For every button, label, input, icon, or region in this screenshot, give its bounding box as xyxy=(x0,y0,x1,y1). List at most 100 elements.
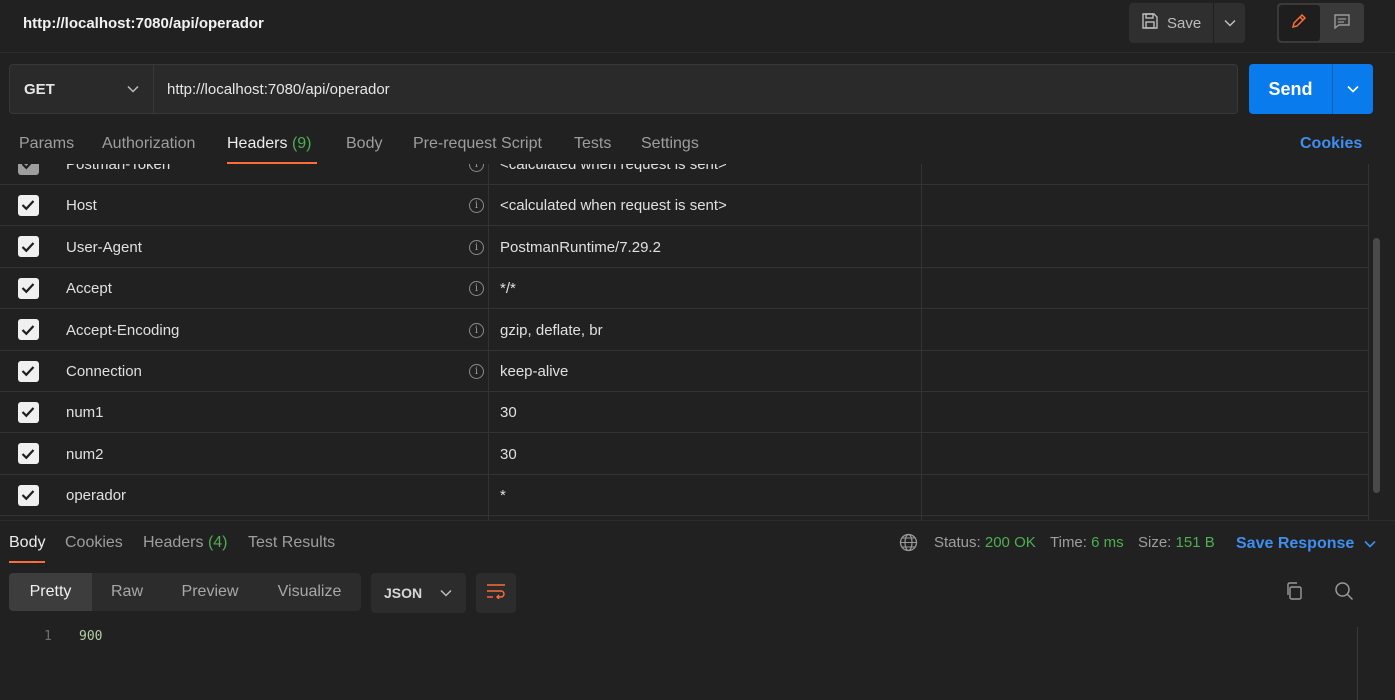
time-value[interactable]: 6 ms xyxy=(1091,534,1124,551)
save-button[interactable]: Save xyxy=(1129,3,1214,43)
method-select[interactable]: GET xyxy=(10,65,154,113)
comments-button[interactable] xyxy=(1322,5,1363,41)
checkmark-icon xyxy=(21,366,35,377)
header-value[interactable]: */* xyxy=(500,280,516,297)
copy-button[interactable] xyxy=(1281,580,1307,606)
tab-settings[interactable]: Settings xyxy=(641,135,699,153)
tab-prerequest-script[interactable]: Pre-request Script xyxy=(413,135,542,153)
header-enabled-checkbox[interactable] xyxy=(17,194,39,216)
headers-table: Postman-Token i <calculated when request i… xyxy=(0,164,1395,520)
tab-response-body[interactable]: Body xyxy=(9,534,45,552)
header-value[interactable]: keep-alive xyxy=(500,363,568,380)
checkbox-cell xyxy=(0,475,56,515)
response-body-editor[interactable]: 1 900 xyxy=(0,624,1357,700)
header-value[interactable]: 30 xyxy=(500,446,517,463)
method-label: GET xyxy=(24,80,55,98)
header-value[interactable]: gzip, deflate, br xyxy=(500,322,603,339)
header-row: Connection i keep-alive xyxy=(0,351,1369,392)
response-headers-count-badge: (4) xyxy=(207,534,228,551)
response-tabs: Body Cookies Headers (4) Test Results St… xyxy=(0,521,1395,563)
edit-mode-button[interactable] xyxy=(1279,5,1320,41)
header-enabled-checkbox[interactable] xyxy=(17,236,39,258)
response-body-text[interactable]: 900 xyxy=(79,629,102,644)
tab-authorization[interactable]: Authorization xyxy=(102,135,195,153)
header-key[interactable]: Host xyxy=(66,197,97,214)
tab-body[interactable]: Body xyxy=(346,135,382,153)
checkbox-cell xyxy=(0,434,56,474)
header-value[interactable]: <calculated when request is sent> xyxy=(500,164,727,173)
cookies-link[interactable]: Cookies xyxy=(1300,135,1362,153)
column-divider xyxy=(1368,164,1369,520)
column-divider xyxy=(488,164,489,520)
globe-icon[interactable] xyxy=(899,533,918,556)
header-key[interactable]: User-Agent xyxy=(66,239,142,256)
header-key[interactable]: num2 xyxy=(66,446,104,463)
header-enabled-checkbox[interactable] xyxy=(17,277,39,299)
format-label: JSON xyxy=(384,585,423,601)
tab-response-cookies[interactable]: Cookies xyxy=(65,534,123,552)
header-enabled-checkbox[interactable] xyxy=(17,401,39,423)
view-mode-raw[interactable]: Raw xyxy=(92,573,162,611)
header-key[interactable]: num1 xyxy=(66,404,104,421)
info-icon[interactable]: i xyxy=(469,164,484,172)
header-enabled-checkbox[interactable] xyxy=(17,319,39,341)
header-key[interactable]: Accept xyxy=(66,280,112,297)
tab-params[interactable]: Params xyxy=(19,135,74,153)
floppy-icon xyxy=(1141,12,1159,34)
info-icon[interactable]: i xyxy=(469,364,484,379)
header-enabled-checkbox[interactable] xyxy=(17,360,39,382)
tab-headers[interactable]: Headers (9) xyxy=(227,135,312,153)
info-icon[interactable]: i xyxy=(469,198,484,214)
checkbox-cell xyxy=(0,227,56,267)
size-info: Size: 151 B xyxy=(1138,534,1215,551)
header-value[interactable]: <calculated when request is sent> xyxy=(500,197,727,214)
send-button[interactable]: Send xyxy=(1249,64,1333,114)
save-options-button[interactable] xyxy=(1214,3,1245,43)
send-options-button[interactable] xyxy=(1333,64,1373,114)
line-number: 1 xyxy=(44,629,52,644)
header-key[interactable]: operador xyxy=(66,487,126,504)
header-enabled-checkbox[interactable] xyxy=(17,443,39,465)
tab-response-headers[interactable]: Headers (4) xyxy=(143,534,228,552)
header-enabled-checkbox[interactable] xyxy=(17,164,39,175)
checkmark-icon xyxy=(21,407,35,418)
format-select[interactable]: JSON xyxy=(371,573,466,613)
checkmark-icon xyxy=(21,200,35,211)
size-value[interactable]: 151 B xyxy=(1176,534,1215,551)
top-bar: http://localhost:7080/api/operador Save xyxy=(0,0,1395,48)
info-icon[interactable]: i xyxy=(469,322,484,338)
info-icon[interactable]: i xyxy=(469,239,484,255)
view-mode-preview[interactable]: Preview xyxy=(162,573,258,611)
header-row: User-Agent i PostmanRuntime/7.29.2 xyxy=(0,227,1369,268)
url-input[interactable]: http://localhost:7080/api/operador xyxy=(154,65,1237,113)
save-button-group: Save xyxy=(1129,3,1245,43)
header-value[interactable]: PostmanRuntime/7.29.2 xyxy=(500,239,661,256)
status-info: Status: 200 OK xyxy=(934,534,1036,551)
scrollbar-thumb[interactable] xyxy=(1373,238,1380,493)
header-key[interactable]: Connection xyxy=(66,363,142,380)
send-button-group: Send xyxy=(1249,64,1373,114)
wrap-lines-button[interactable] xyxy=(476,573,516,613)
header-value[interactable]: * xyxy=(500,487,506,504)
header-row: Postman-Token i <calculated when request i… xyxy=(0,164,1369,185)
tab-response-headers-label: Headers xyxy=(143,534,204,551)
save-response-button[interactable]: Save Response xyxy=(1236,535,1376,553)
status-code[interactable]: 200 OK xyxy=(985,534,1036,551)
header-key[interactable]: Accept-Encoding xyxy=(66,322,179,339)
tab-test-results[interactable]: Test Results xyxy=(248,534,335,552)
header-enabled-checkbox[interactable] xyxy=(17,484,39,506)
tab-tests[interactable]: Tests xyxy=(574,135,611,153)
status-label: Status: xyxy=(934,534,981,551)
header-row: Accept i */* xyxy=(0,268,1369,310)
info-icon[interactable]: i xyxy=(469,281,484,297)
view-mode-pretty[interactable]: Pretty xyxy=(9,573,92,611)
header-value[interactable]: 30 xyxy=(500,404,517,421)
headers-count-badge: (9) xyxy=(291,135,312,152)
header-key[interactable]: Postman-Token xyxy=(66,164,170,173)
search-button[interactable] xyxy=(1331,580,1357,606)
view-mode-toggle xyxy=(1277,3,1364,43)
view-mode-visualize[interactable]: Visualize xyxy=(258,573,361,611)
editor-scrollbar[interactable] xyxy=(1357,627,1358,700)
checkbox-cell xyxy=(0,185,56,225)
save-response-label: Save Response xyxy=(1236,535,1355,552)
